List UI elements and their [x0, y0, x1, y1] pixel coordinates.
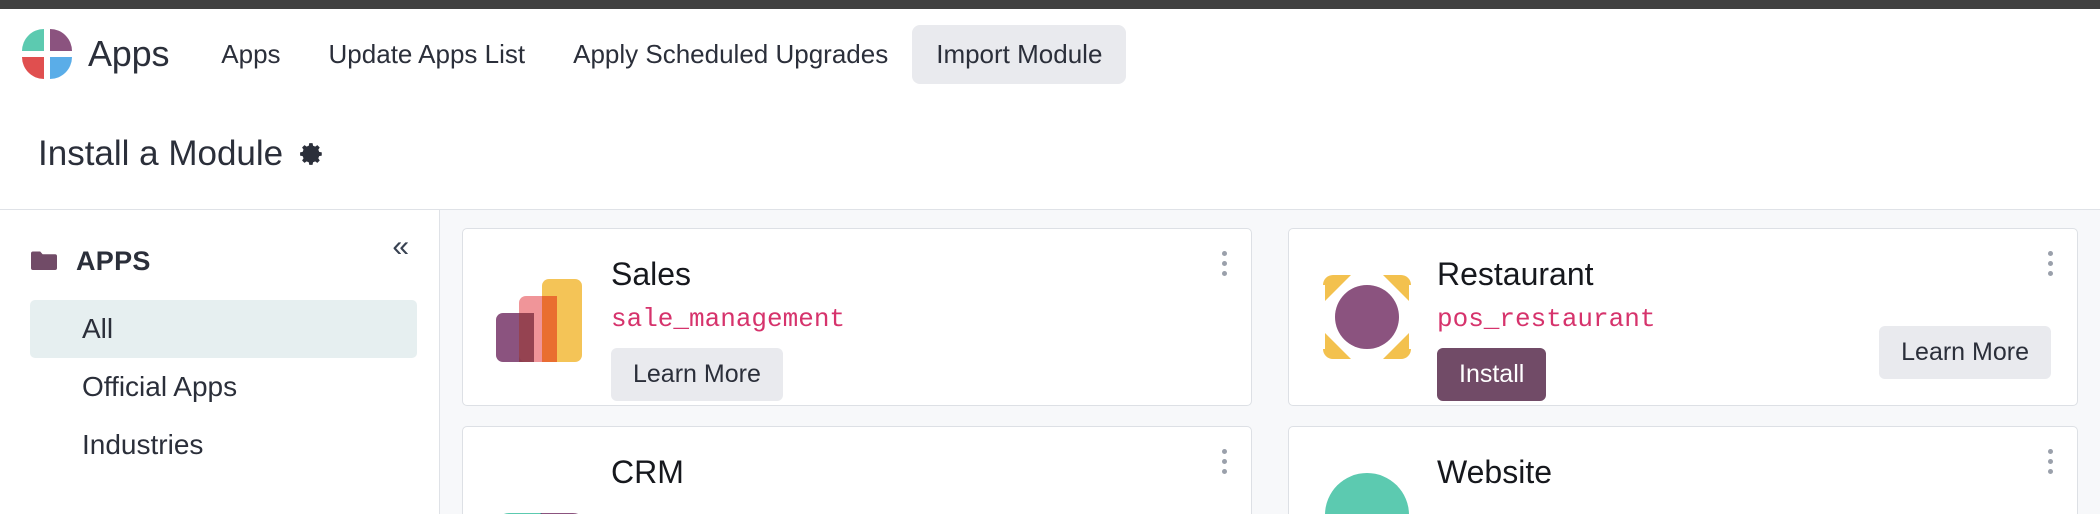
brand-home-link[interactable]: Apps	[22, 29, 169, 79]
logo-quadrant-bottom-left	[22, 57, 44, 79]
page-title: Install a Module	[38, 134, 284, 173]
nav-item-import-module[interactable]: Import Module	[912, 24, 1127, 84]
sidebar-section-header: APPS	[0, 238, 439, 284]
apps-quadrant-logo-icon	[22, 29, 72, 79]
module-icon-wrap	[485, 443, 597, 514]
crm-bubble-icon	[503, 513, 579, 514]
sidebar-collapse-button[interactable]: «	[392, 232, 409, 262]
learn-more-button[interactable]: Learn More	[611, 348, 783, 401]
module-card-body: Sales sale_management Learn More	[597, 245, 1233, 401]
module-cards-grid: Sales sale_management Learn More Restaur…	[462, 228, 2078, 514]
logo-quadrant-bottom-right	[50, 57, 72, 79]
module-icon-wrap	[1311, 245, 1423, 389]
sidebar-list: All Official Apps Industries	[0, 300, 439, 474]
module-title: Restaurant	[1437, 256, 1594, 292]
module-card-sales[interactable]: Sales sale_management Learn More	[462, 228, 1252, 406]
install-button[interactable]: Install	[1437, 348, 1547, 401]
module-cards-area: Sales sale_management Learn More Restaur…	[440, 210, 2100, 514]
module-technical-name: sale_management	[611, 304, 846, 335]
module-card-crm[interactable]: CRM	[462, 426, 1252, 514]
gear-icon[interactable]	[299, 141, 325, 167]
logo-quadrant-top-left	[22, 29, 44, 51]
bar-chart-icon	[496, 279, 582, 362]
kebab-menu-icon[interactable]	[1213, 243, 1235, 283]
navbar-menu: Apps Update Apps List Apply Scheduled Up…	[197, 24, 1127, 84]
module-title: Website	[1437, 454, 1553, 490]
browser-chrome-strip	[0, 0, 2100, 9]
module-icon-wrap	[485, 245, 597, 389]
module-card-body: Website	[1423, 443, 2059, 514]
learn-more-button[interactable]: Learn More	[1879, 326, 2051, 379]
module-title: Sales	[611, 256, 692, 292]
website-circle-icon	[1325, 473, 1409, 514]
kebab-menu-icon[interactable]	[2039, 243, 2061, 283]
app-screen: Apps Apps Update Apps List Apply Schedul…	[0, 0, 2100, 514]
nav-item-apps[interactable]: Apps	[197, 25, 304, 84]
folder-icon	[31, 251, 57, 270]
restaurant-circle-icon	[1323, 275, 1411, 359]
sidebar-item-all[interactable]: All	[30, 300, 417, 358]
kebab-menu-icon[interactable]	[2039, 441, 2061, 481]
module-card-website[interactable]: Website	[1288, 426, 2078, 514]
breadcrumb: Install a Module	[0, 134, 325, 174]
module-card-body: CRM	[597, 443, 1233, 514]
sidebar-item-official-apps[interactable]: Official Apps	[30, 358, 417, 416]
control-panel: Install a Module Apps	[0, 99, 2100, 280]
module-card-restaurant[interactable]: Restaurant pos_restaurant Install Learn …	[1288, 228, 2078, 406]
kebab-menu-icon[interactable]	[1213, 441, 1235, 481]
nav-item-apply-scheduled-upgrades[interactable]: Apply Scheduled Upgrades	[549, 25, 912, 84]
module-title: CRM	[611, 454, 684, 490]
content-region: APPS « All Official Apps Industries Sale…	[0, 209, 2100, 514]
nav-item-update-apps-list[interactable]: Update Apps List	[305, 25, 550, 84]
sidebar: APPS « All Official Apps Industries	[0, 210, 440, 514]
brand-name: Apps	[88, 33, 170, 74]
module-icon-wrap	[1311, 443, 1423, 514]
top-navbar: Apps Apps Update Apps List Apply Schedul…	[0, 9, 2100, 99]
logo-quadrant-top-right	[50, 29, 72, 51]
sidebar-item-industries[interactable]: Industries	[30, 416, 417, 474]
module-card-actions: Learn More	[611, 348, 1233, 401]
sidebar-section-title: APPS	[76, 245, 151, 276]
